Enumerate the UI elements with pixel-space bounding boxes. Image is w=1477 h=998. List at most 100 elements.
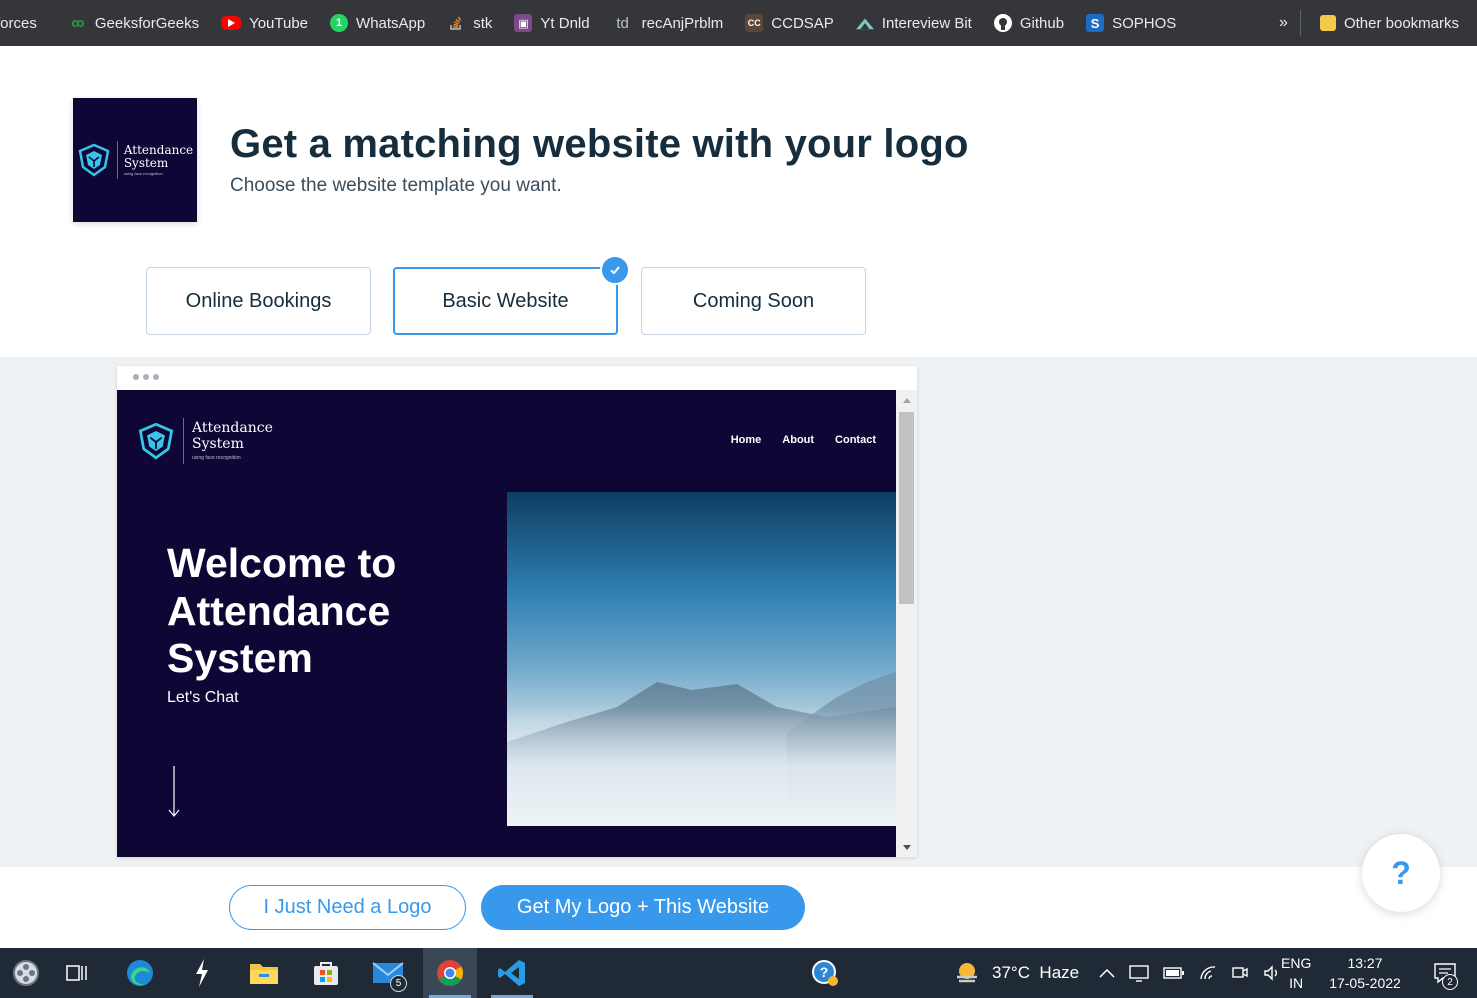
taskbar-file-explorer[interactable] <box>237 948 291 998</box>
bookmark-sophos[interactable]: S SOPHOS <box>1075 0 1187 46</box>
lion-shield-icon <box>138 422 174 460</box>
taskbar-help-app[interactable]: ? <box>798 948 852 998</box>
folder-icon <box>1319 15 1336 31</box>
bookmark-recanjprblm[interactable]: td recAnjPrblm <box>601 0 735 46</box>
volume-icon[interactable] <box>1263 965 1281 981</box>
youtube-icon <box>221 16 242 30</box>
bookmark-label: Intereview Bit <box>881 14 972 32</box>
get-logo-and-website-button[interactable]: Get My Logo + This Website <box>481 885 805 930</box>
language-indicator[interactable]: ENG IN <box>1281 953 1311 993</box>
help-button[interactable]: ? <box>1362 834 1440 912</box>
folder-icon <box>250 964 278 984</box>
bookmark-interviewbit[interactable]: Intereview Bit <box>845 0 983 46</box>
other-bookmarks-label: Other bookmarks <box>1343 14 1459 32</box>
clock-time: 13:27 <box>1347 955 1383 971</box>
whatsapp-icon: 1 <box>330 14 349 32</box>
logo-divider <box>116 141 118 179</box>
taskbar-chrome[interactable] <box>423 948 477 998</box>
template-option-online-bookings[interactable]: Online Bookings <box>146 267 371 335</box>
chevron-up-icon[interactable] <box>1099 968 1115 978</box>
site-nav-about[interactable]: About <box>782 434 814 446</box>
taskbar-edge[interactable] <box>113 948 167 998</box>
td-icon: td <box>616 14 629 32</box>
edge-icon <box>127 960 153 986</box>
frame-dots-icon <box>133 374 159 380</box>
battery-icon[interactable] <box>1163 966 1185 980</box>
site-nav-home[interactable]: Home <box>731 434 762 446</box>
site-logo: Attendance System using face recognition <box>137 418 273 464</box>
logo-preview: Attendance System using face recognition <box>73 98 197 222</box>
stackoverflow-icon <box>447 14 465 32</box>
language-line2: IN <box>1289 975 1304 991</box>
bookmarks-separator <box>1299 10 1301 36</box>
taskbar-lightning-app[interactable] <box>175 948 229 998</box>
download-icon: ▣ <box>514 14 533 32</box>
bookmarks-bar: forces ꝏ GeeksforGeeks YouTube 1 WhatsAp… <box>0 0 1477 46</box>
notification-center-button[interactable]: 2 <box>1420 948 1470 998</box>
bookmark-label: SOPHOS <box>1112 14 1177 32</box>
bookmark-label: WhatsApp <box>356 14 426 32</box>
bookmark-youtube[interactable]: YouTube <box>210 0 319 46</box>
site-logo-line1: Attendance <box>192 420 273 437</box>
sophos-icon: S <box>1086 14 1105 32</box>
chrome-icon <box>437 960 464 987</box>
github-icon <box>993 14 1012 32</box>
wifi-icon[interactable] <box>1199 965 1217 981</box>
bookmarks-overflow-button[interactable]: » <box>1267 14 1300 32</box>
mail-badge: 5 <box>390 975 407 992</box>
selected-check-icon <box>600 255 630 285</box>
taskbar-store[interactable] <box>299 948 353 998</box>
store-icon <box>314 962 338 985</box>
hero-title-line2: Attendance <box>167 587 391 634</box>
site-logo-tagline: using face recognition <box>192 454 241 461</box>
page-subtitle: Choose the website template you want. <box>230 175 562 196</box>
scroll-thumb[interactable] <box>899 412 914 604</box>
hero-mountain-image <box>507 492 896 826</box>
hero-title-line3: System <box>167 635 313 682</box>
scroll-up-icon[interactable] <box>896 392 917 408</box>
bookmark-github[interactable]: Github <box>983 0 1075 46</box>
task-view-icon <box>66 965 87 981</box>
website-preview[interactable]: Attendance System using face recognition… <box>117 390 896 857</box>
bookmark-codeforces[interactable]: forces <box>0 0 48 46</box>
meet-now-icon[interactable] <box>1231 965 1249 981</box>
site-nav-contact[interactable]: Contact <box>835 434 876 446</box>
site-logo-line2: System <box>192 435 244 452</box>
template-option-label: Online Bookings <box>185 289 332 312</box>
bookmark-whatsapp[interactable]: 1 WhatsApp <box>319 0 436 46</box>
scroll-down-icon[interactable] <box>896 839 917 855</box>
svg-text:?: ? <box>820 964 829 980</box>
page-title: Get a matching website with your logo <box>230 122 969 166</box>
template-option-label: Coming Soon <box>692 289 815 312</box>
arrow-down-icon <box>168 766 180 817</box>
bookmark-ccdsap[interactable]: CC CCDSAP <box>734 0 845 46</box>
display-icon[interactable] <box>1129 964 1149 982</box>
help-app-icon: ? <box>812 960 838 986</box>
question-mark-icon: ? <box>1391 854 1411 891</box>
clock[interactable]: 13:27 17-05-2022 <box>1326 953 1404 993</box>
bookmark-label: YouTube <box>249 14 309 32</box>
website-preview-frame: Attendance System using face recognition… <box>117 366 917 857</box>
other-bookmarks[interactable]: Other bookmarks <box>1309 0 1477 46</box>
taskbar-mail[interactable]: 5 <box>361 948 415 998</box>
hero-subtitle: Let's Chat <box>167 689 239 706</box>
hero-title-line1: Welcome to <box>167 540 397 586</box>
taskbar-media-player[interactable] <box>0 948 50 998</box>
preview-scrollbar[interactable] <box>896 390 917 857</box>
taskbar-task-view[interactable] <box>50 948 104 998</box>
template-option-basic-website[interactable]: Basic Website <box>393 255 630 335</box>
bookmark-label: forces <box>0 14 37 32</box>
weather-widget[interactable]: 37°C Haze <box>952 948 1079 998</box>
taskbar-vscode[interactable] <box>485 948 539 998</box>
bookmark-label: Yt Dnld <box>540 14 590 32</box>
system-tray <box>1099 948 1281 998</box>
site-nav: Home About Contact <box>731 434 876 446</box>
bookmark-geeksforgeeks[interactable]: ꝏ GeeksforGeeks <box>58 0 210 46</box>
site-logo-divider <box>183 418 184 464</box>
template-option-coming-soon[interactable]: Coming Soon <box>641 267 866 335</box>
windows-taskbar: 5 ? 37°C Haze ENG IN 13:27 17-05-2022 2 <box>0 948 1477 998</box>
weather-haze-icon <box>957 963 977 983</box>
bookmark-yt-dnld[interactable]: ▣ Yt Dnld <box>503 0 600 46</box>
bookmark-stk[interactable]: stk <box>436 0 503 46</box>
logo-only-button[interactable]: I Just Need a Logo <box>229 885 466 930</box>
